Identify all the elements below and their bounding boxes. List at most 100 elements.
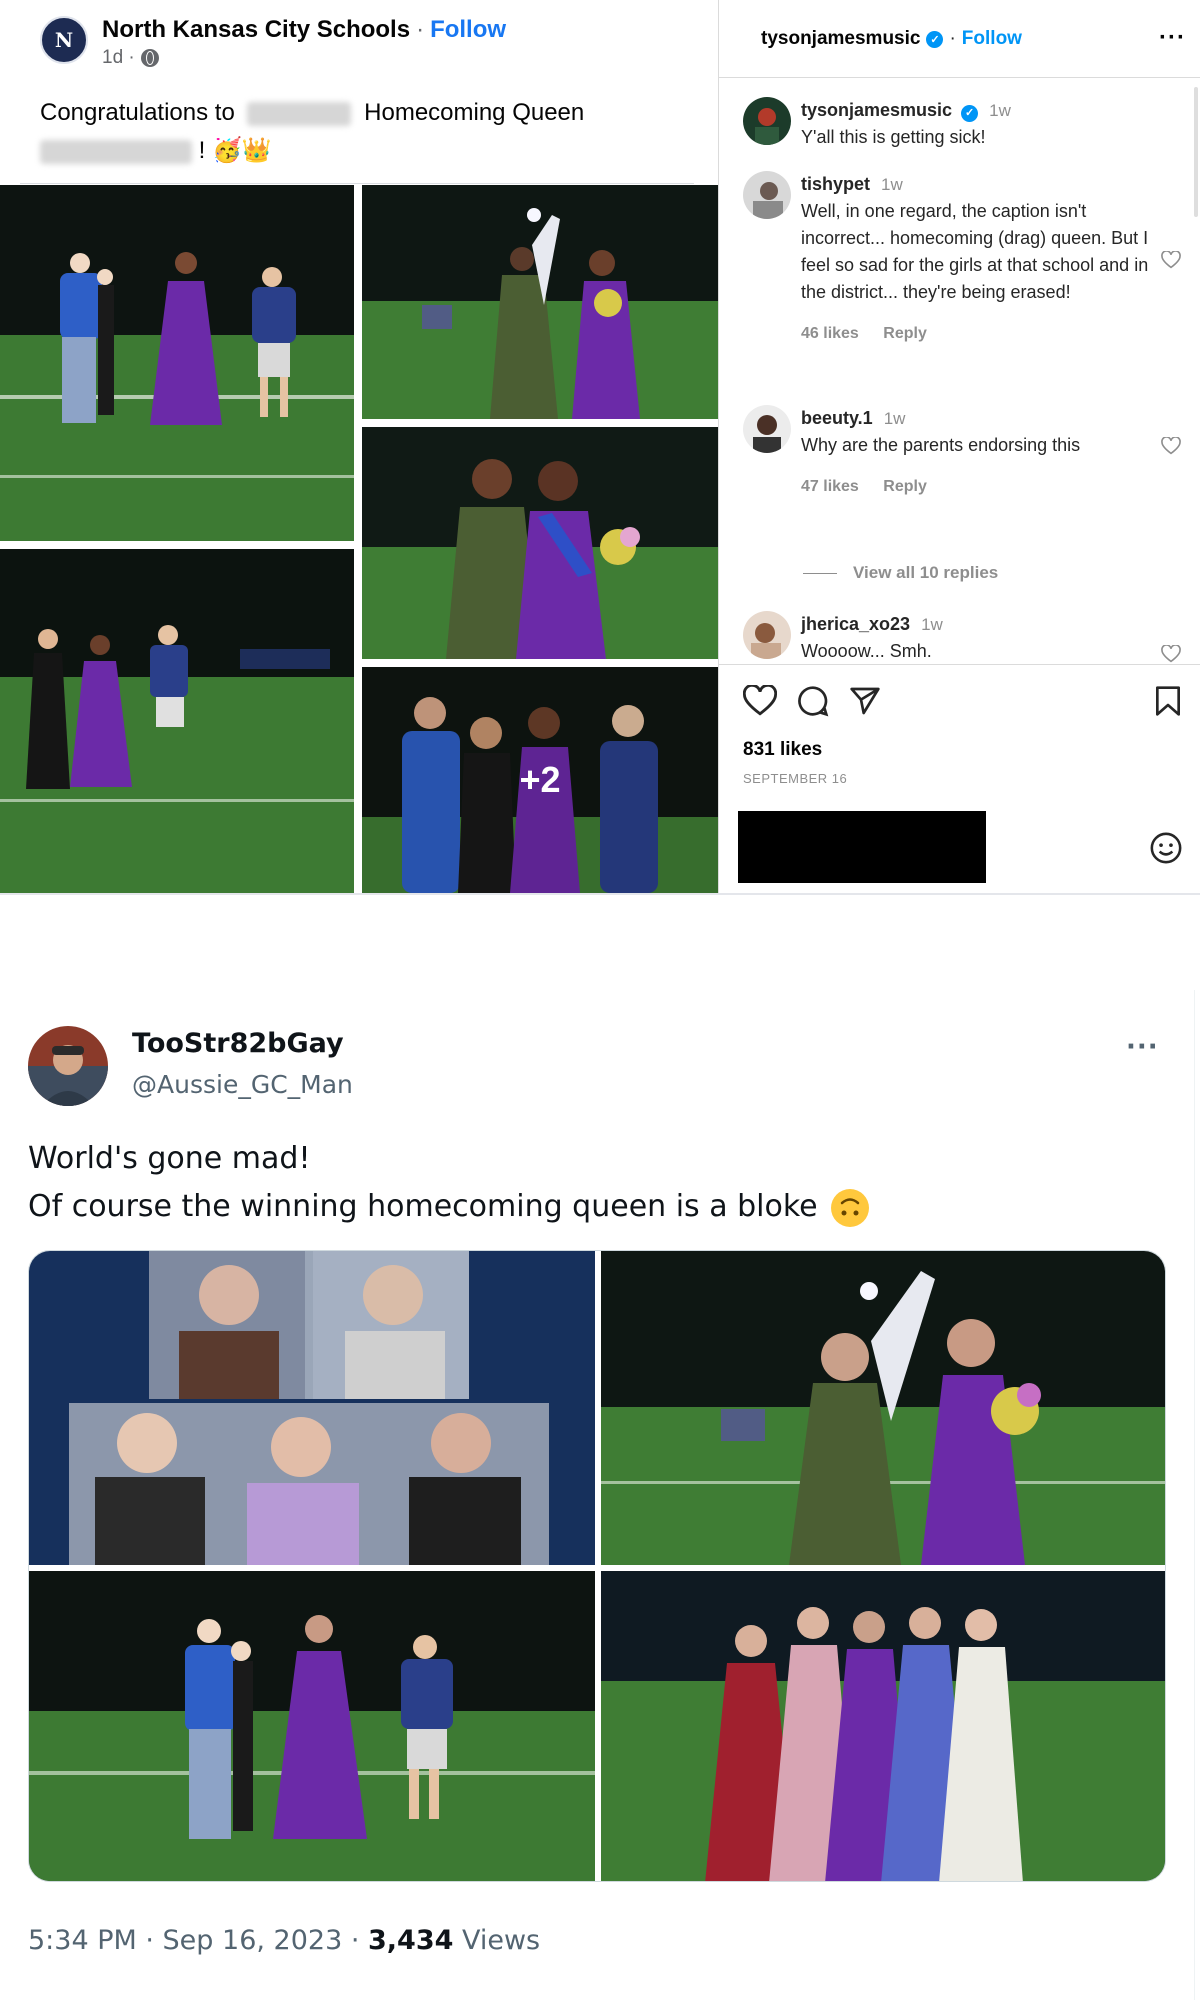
header-username[interactable]: tysonjamesmusic [761,28,920,50]
photo-sash-exchange[interactable] [601,1251,1165,1565]
verified-badge-icon: ✓ [926,30,944,48]
comment-time[interactable]: 1w [921,615,943,634]
name-row: North Kansas City Schools · Follow [102,16,506,44]
ellipsis-icon[interactable]: ··· [1159,24,1186,52]
redacted-name-line2 [40,139,192,164]
bookmark-icon[interactable] [1153,685,1183,717]
tweet: TooStr82bGay @Aussie_GC_Man ··· World's … [0,990,1200,2000]
comment-time[interactable]: 1w [989,101,1011,120]
comment-time[interactable]: 1w [884,409,906,428]
photo-two-queens[interactable] [362,427,718,659]
view-replies-button[interactable]: View all 10 replies [803,563,998,583]
follow-button[interactable]: Follow [430,16,506,44]
display-name[interactable]: TooStr82bGay [132,1028,344,1059]
tweet-timestamp[interactable]: 5:34 PM · Sep 16, 2023 · [28,1925,368,1956]
instagram-header: tysonjamesmusic ✓ · Follow ··· [719,0,1200,78]
avatar-letter: N [54,28,74,52]
comment-time[interactable]: 1w [881,175,903,194]
tweet-text: World's gone mad! Of course the winning … [28,1135,1168,1231]
comment-body: tishypet 1w Well, in one regard, the cap… [801,171,1173,347]
separator-dot: · [416,16,425,43]
heart-icon[interactable] [1161,645,1181,663]
user-handle[interactable]: @Aussie_GC_Man [132,1070,353,1099]
avatar[interactable] [743,97,791,145]
upside-down-face-icon [831,1188,870,1227]
photo-grid: +2 [0,185,718,893]
comment-text: Why are the parents endorsing this [801,435,1081,455]
tweet-media-grid [28,1250,1166,1882]
redaction-box [738,811,986,883]
facebook-post: N North Kansas City Schools · Follow 1d … [0,0,718,893]
comment-username[interactable]: jherica_xo23 [801,614,910,634]
avatar[interactable] [743,611,791,659]
comment-likes[interactable]: 47 likes [801,478,859,495]
post-time[interactable]: 1d · [102,47,135,69]
redacted-name [247,101,352,126]
page-avatar[interactable]: N [40,16,88,64]
heart-icon[interactable] [1161,437,1181,455]
comment-text: Woooow... Smh. [801,641,932,661]
views-label: Views [453,1925,541,1956]
photo-nominees-lineup[interactable] [601,1571,1165,1881]
post-actions-bar: 831 likes SEPTEMBER 16 [719,664,1200,893]
comment-likes[interactable]: 46 likes [801,325,859,342]
photo-crowning-wide[interactable] [0,185,354,541]
verified-badge-icon: ✓ [961,105,979,122]
comment-text: Y'all this is getting sick! [801,127,986,147]
more-photos-count[interactable]: +2 [362,667,718,893]
smiley-icon[interactable] [1149,831,1183,865]
heart-icon[interactable] [743,685,777,717]
photo-crowning-wide[interactable] [29,1571,595,1881]
photo-family-portrait[interactable]: +2 [362,667,718,893]
post-text: Congratulations to Homecoming Queen ! 🥳👑 [40,94,680,170]
photo-applause[interactable] [0,549,354,893]
header-dot: · [949,28,956,49]
comment-actions: 47 likes Reply [801,473,1173,500]
text-middle: Homecoming Queen [364,99,585,126]
text-suffix: ! 🥳👑 [198,137,272,164]
reply-button[interactable]: Reply [883,325,927,342]
page-name[interactable]: North Kansas City Schools [102,16,410,44]
views-count[interactable]: 3,434 [368,1925,453,1956]
comment-item: beeuty.1 1w Why are the parents endorsin… [743,405,1181,500]
comment-body: tysonjamesmusic ✓ 1w Y'all this is getti… [801,97,1173,151]
action-icons [743,685,881,717]
likes-count[interactable]: 831 likes [743,739,822,761]
avatar[interactable] [28,1026,108,1106]
comment-item: jherica_xo23 1w Woooow... Smh. [743,611,1181,664]
comment-body: beeuty.1 1w Why are the parents endorsin… [801,405,1173,500]
post-date: SEPTEMBER 16 [743,771,848,786]
text-prefix: Congratulations to [40,99,235,126]
divider [0,893,1200,895]
tweet-line-1: World's gone mad! [28,1141,311,1176]
comment-actions: 46 likes Reply [801,320,1173,347]
post-meta: 1d · [102,47,506,69]
instagram-post: tysonjamesmusic ✓ · Follow ··· tysonjame… [718,0,1200,893]
tweet-line-2: Of course the winning homecoming queen i… [28,1189,818,1224]
ellipsis-icon[interactable]: ··· [1126,1032,1159,1062]
divider [1194,990,1195,2000]
comment-text: Well, in one regard, the caption isn't i… [801,201,1149,302]
comment-username[interactable]: tishypet [801,174,870,194]
divider [20,183,694,184]
photo-sash-exchange[interactable] [362,185,718,419]
header-titles: North Kansas City Schools · Follow 1d · [102,16,506,69]
reply-button[interactable]: Reply [883,478,927,495]
header-user-row: tysonjamesmusic ✓ · Follow [761,28,1022,50]
comment-bubble-icon[interactable] [797,685,829,717]
photo-nominee-collage[interactable] [29,1251,595,1565]
avatar[interactable] [743,171,791,219]
paper-plane-icon[interactable] [849,685,881,717]
comment-username[interactable]: beeuty.1 [801,408,873,428]
view-replies-label: View all 10 replies [853,563,999,582]
follow-button[interactable]: Follow [962,28,1022,50]
comments-list[interactable]: tysonjamesmusic ✓ 1w Y'all this is getti… [719,79,1200,664]
comment-body: jherica_xo23 1w Woooow... Smh. [801,611,1173,664]
scrollbar[interactable] [1194,87,1198,217]
facebook-post-header: N North Kansas City Schools · Follow 1d … [40,16,506,69]
comment-item: tysonjamesmusic ✓ 1w Y'all this is getti… [743,97,1173,151]
comment-username[interactable]: tysonjamesmusic [801,100,952,120]
tweet-footer: 5:34 PM · Sep 16, 2023 · 3,434 Views [28,1925,540,1956]
avatar[interactable] [743,405,791,453]
heart-icon[interactable] [1161,251,1181,269]
